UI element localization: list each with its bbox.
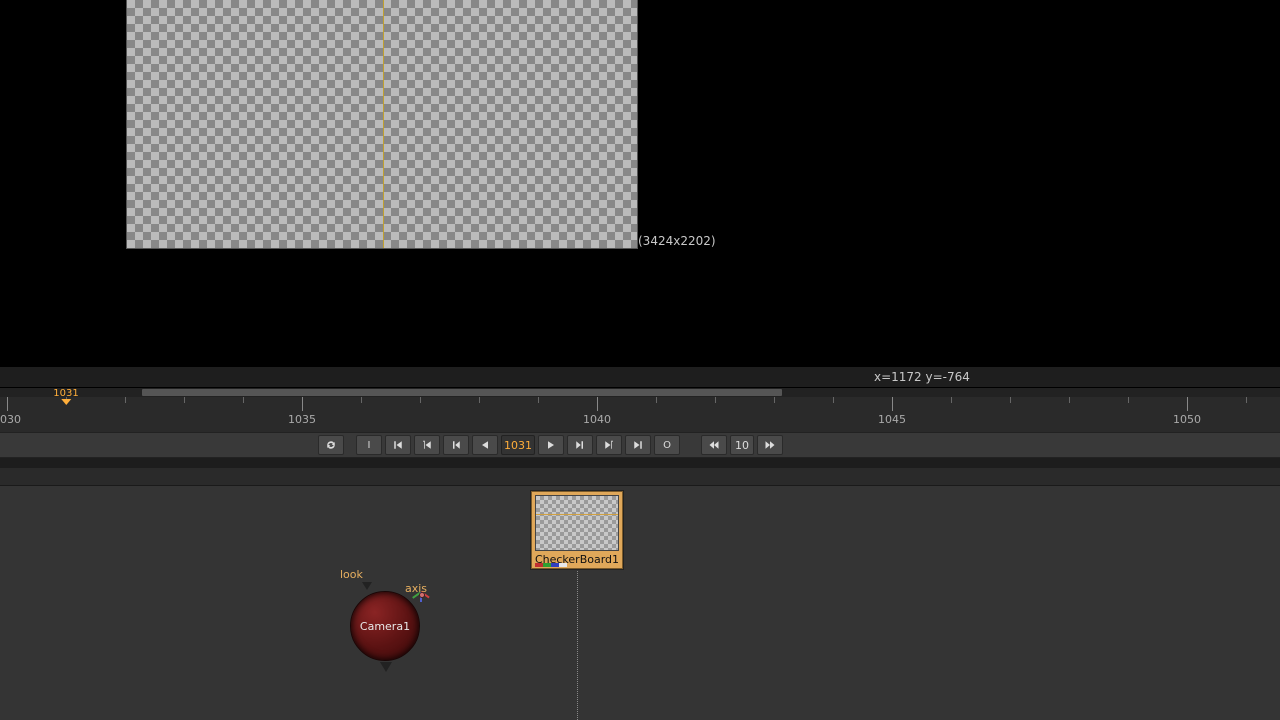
ruler-tick-label: 1030 [0,413,21,426]
camera-axis-input-port[interactable] [419,592,425,598]
ruler-tick-minor [833,397,834,403]
coordinate-readout: x=1172 y=-764 [874,370,970,384]
ruler-tick-minor [243,397,244,403]
ruler-tick-label: 1045 [878,413,906,426]
set-in-point-button[interactable]: I [356,435,382,455]
in-point-label: I [368,440,371,451]
transport-bar: I 1031 O 10 [0,432,1280,458]
camera-look-port-label: look [340,568,363,581]
set-out-point-button[interactable]: O [654,435,680,455]
ruler-tick-minor [1069,397,1070,403]
node-connection-pending [577,568,578,720]
ruler-tick-minor [1128,397,1129,403]
ruler-tick-label: 1035 [288,413,316,426]
ruler-tick-minor [361,397,362,403]
step-forward-button[interactable] [567,435,593,455]
timeline-scrollbar-track[interactable] [0,388,1280,397]
skip-back-button[interactable] [701,435,727,455]
ruler-tick-minor [951,397,952,403]
goto-first-frame-button[interactable] [385,435,411,455]
ruler-tick-label: 1050 [1173,413,1201,426]
ruler-tick-minor [125,397,126,403]
current-frame-display[interactable]: 1031 [501,435,535,455]
play-forward-button[interactable] [538,435,564,455]
loop-button[interactable] [318,435,344,455]
viewer-panel[interactable]: (3424x2202) [0,0,1280,364]
ruler-tick-minor [774,397,775,403]
node-thumbnail [535,495,619,551]
ruler-tick-major [302,397,303,411]
prev-keyframe-button[interactable] [414,435,440,455]
ruler-tick-minor [420,397,421,403]
camera-output-port[interactable] [380,662,392,672]
timeline-ruler[interactable]: 1030 1035 1040 1045 1050 [0,397,1280,432]
ruler-tick-major [1187,397,1188,411]
step-back-button[interactable] [443,435,469,455]
ruler-tick-minor [656,397,657,403]
timeline-scrollbar-thumb[interactable] [142,389,782,396]
next-keyframe-button[interactable] [596,435,622,455]
camera-look-input-port[interactable] [362,582,372,590]
ruler-tick-major [892,397,893,411]
ruler-tick-major [597,397,598,411]
viewer-image-canvas[interactable] [127,0,637,248]
panel-divider[interactable] [0,458,1280,468]
timeline-panel[interactable]: 10301035104010451050 1031 [0,388,1280,432]
node-checkerboard[interactable]: CheckerBoard1 [530,490,624,570]
ruler-tick-minor [538,397,539,403]
viewer-info-bar: x=1172 y=-764 [0,366,1280,388]
ruler-tick-minor [715,397,716,403]
node-camera[interactable]: Camera1 [350,591,420,661]
viewer-guide-vertical [383,0,384,248]
goto-last-frame-button[interactable] [625,435,651,455]
node-label: Camera1 [360,620,410,633]
ruler-tick-minor [1246,397,1247,403]
nodegraph-toolbar [0,468,1280,486]
ruler-tick-minor [479,397,480,403]
node-color-swatch [535,563,567,567]
ruler-tick-label: 1040 [583,413,611,426]
out-point-label: O [663,440,671,451]
ruler-tick-major [7,397,8,411]
play-reverse-button[interactable] [472,435,498,455]
ruler-tick-minor [184,397,185,403]
viewer-resolution-label: (3424x2202) [638,234,716,248]
skip-forward-button[interactable] [757,435,783,455]
ruler-tick-minor [1010,397,1011,403]
skip-increment-field[interactable]: 10 [730,435,754,455]
ruler-tick-minor [66,397,67,403]
node-graph-panel[interactable]: CheckerBoard1 look axis Camera1 [0,486,1280,720]
